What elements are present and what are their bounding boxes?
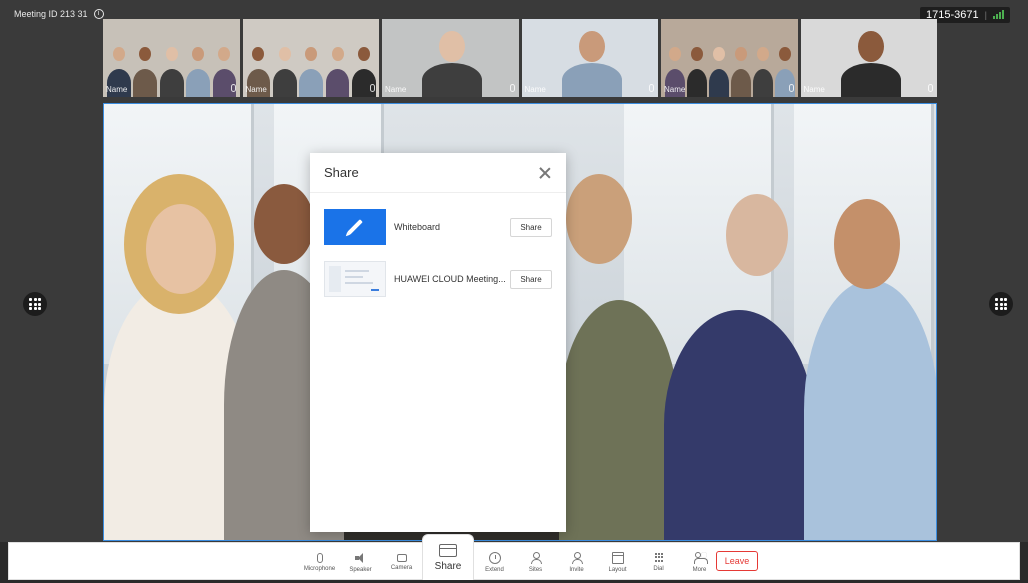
participant-thumbnail[interactable]: Name xyxy=(800,19,937,97)
mic-icon xyxy=(509,84,515,92)
clock-icon xyxy=(488,551,501,564)
layout-button[interactable]: Layout xyxy=(597,543,638,581)
invite-button[interactable]: Invite xyxy=(556,543,597,581)
meeting-id-label: Meeting ID 213 31 xyxy=(14,9,88,19)
mic-icon xyxy=(928,84,933,92)
more-button[interactable]: More xyxy=(679,543,720,581)
participant-name: Name xyxy=(106,85,128,94)
user-icon xyxy=(530,551,542,564)
participant-thumbnail[interactable]: Name xyxy=(382,19,519,97)
meeting-id-info: Meeting ID 213 31 i xyxy=(14,9,104,19)
share-item-label: HUAWEI CLOUD Meeting... xyxy=(394,274,506,284)
extend-button[interactable]: Extend xyxy=(474,543,515,581)
layout-icon xyxy=(611,551,624,564)
toolbar-label: Microphone xyxy=(303,565,336,572)
toolbar-label: Camera xyxy=(390,564,413,571)
mic-icon xyxy=(316,552,323,563)
participant-thumbnail[interactable]: Name xyxy=(242,19,379,97)
speaker-icon xyxy=(354,552,367,564)
left-dial-pad-button[interactable] xyxy=(23,292,47,316)
screen-thumbnail-icon xyxy=(324,261,386,297)
participant-name: Name xyxy=(803,85,825,94)
leave-button[interactable]: Leave xyxy=(716,551,758,571)
share-whiteboard-button[interactable]: Share xyxy=(510,217,552,237)
share-icon xyxy=(439,543,457,557)
share-item-screen[interactable]: HUAWEI CLOUD Meeting... Share xyxy=(310,253,566,305)
grid-icon xyxy=(29,298,41,310)
meeting-stage: Meeting ID 213 31 i 1715-3671 | Name Name… xyxy=(0,0,1028,542)
share-item-whiteboard[interactable]: Whiteboard Share xyxy=(310,201,566,253)
close-icon[interactable] xyxy=(538,166,552,180)
dialog-title: Share xyxy=(324,165,359,180)
participant-name: Name xyxy=(385,85,407,94)
mic-icon xyxy=(230,84,236,92)
info-icon[interactable]: i xyxy=(93,9,104,19)
participant-name: Name xyxy=(245,85,267,94)
grid-icon xyxy=(995,298,1007,310)
more-icon xyxy=(693,551,708,564)
user-icon xyxy=(571,551,583,564)
participant-name: Name xyxy=(524,85,546,94)
toolbar-tools: Microphone Speaker Camera Share Extend Sites I… xyxy=(299,534,720,581)
toolbar-label: Sites xyxy=(528,566,543,573)
sites-button[interactable]: Sites xyxy=(515,543,556,581)
share-button[interactable]: Share xyxy=(422,534,474,580)
toolbar-label: Invite xyxy=(569,566,584,573)
toolbar-label: More xyxy=(692,566,707,573)
mic-icon xyxy=(649,84,654,92)
mic-icon xyxy=(788,84,794,92)
toolbar-label: Extend xyxy=(485,566,504,573)
speaker-button[interactable]: Speaker xyxy=(340,543,381,581)
bottom-toolbar: Microphone Speaker Camera Share Extend Sites I… xyxy=(8,534,1020,581)
participant-thumbnail[interactable]: Name xyxy=(521,19,658,97)
share-item-label: Whiteboard xyxy=(394,222,441,232)
mic-icon xyxy=(370,84,375,92)
share-screen-button[interactable]: Share xyxy=(510,269,552,289)
whiteboard-icon xyxy=(324,209,386,245)
toolbar-label: Layout xyxy=(608,566,627,573)
dialog-header: Share xyxy=(310,153,566,193)
right-dial-pad-button[interactable] xyxy=(989,292,1013,316)
participant-thumbnail[interactable]: Name xyxy=(103,19,240,97)
camera-button[interactable]: Camera xyxy=(381,543,422,581)
separator: | xyxy=(984,10,987,20)
participant-thumbnail-strip: Name Name Name Name Name Name xyxy=(103,19,937,97)
camera-icon xyxy=(396,553,407,562)
participant-name: Name xyxy=(664,85,686,94)
signal-icon xyxy=(993,10,1004,19)
microphone-button[interactable]: Microphone xyxy=(299,543,340,581)
pencil-icon xyxy=(347,219,363,235)
toolbar-label: Share xyxy=(434,560,462,572)
toolbar-label: Dial xyxy=(653,565,664,572)
dial-button[interactable]: Dial xyxy=(638,543,679,581)
dial-icon xyxy=(654,552,663,563)
share-dialog: Share Whiteboard Share HUAWEI CLOUD Meet… xyxy=(310,153,566,532)
participant-thumbnail[interactable]: Name xyxy=(661,19,798,97)
toolbar-label: Speaker xyxy=(349,566,372,573)
